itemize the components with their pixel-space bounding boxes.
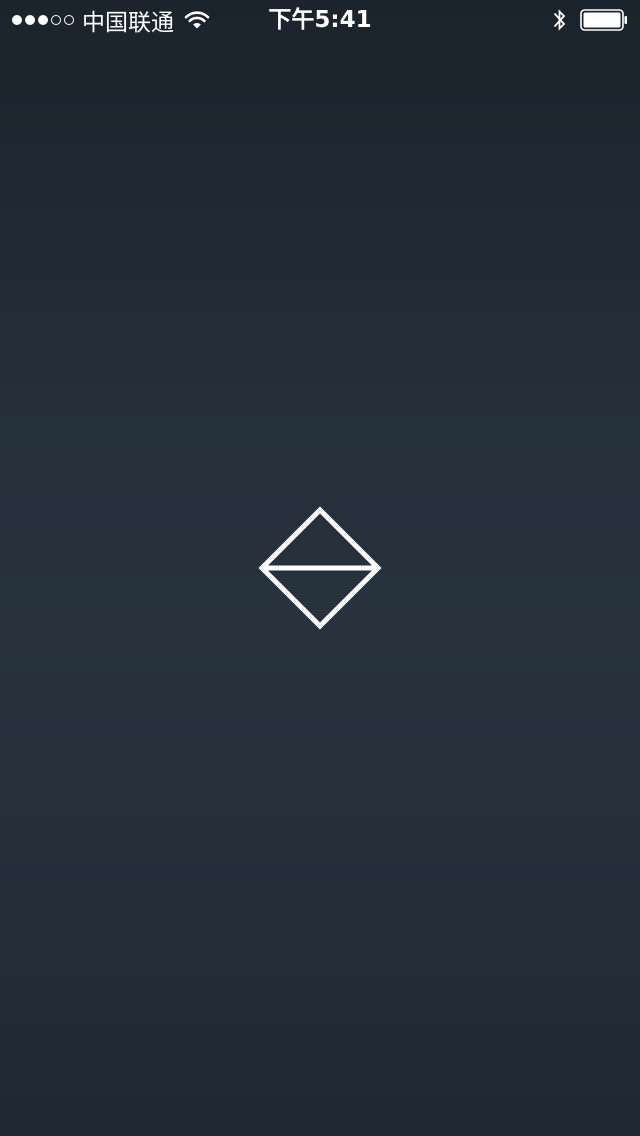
battery-icon [580, 9, 627, 31]
carrier-name: 中国联通 [82, 10, 174, 36]
status-left: 中国联通 [0, 0, 210, 40]
status-right [552, 0, 640, 40]
splash-screen: 中国联通 下午5:41 [0, 0, 640, 1136]
signal-dot [64, 15, 74, 25]
diamond-logo-icon [258, 506, 382, 630]
bluetooth-icon [554, 9, 566, 31]
signal-dot [25, 15, 35, 25]
status-bar: 中国联通 下午5:41 [0, 0, 640, 40]
signal-dot [38, 15, 48, 25]
signal-strength-icon [12, 15, 74, 25]
signal-dot [51, 15, 61, 25]
signal-dot [12, 15, 22, 25]
wifi-icon [184, 11, 210, 29]
